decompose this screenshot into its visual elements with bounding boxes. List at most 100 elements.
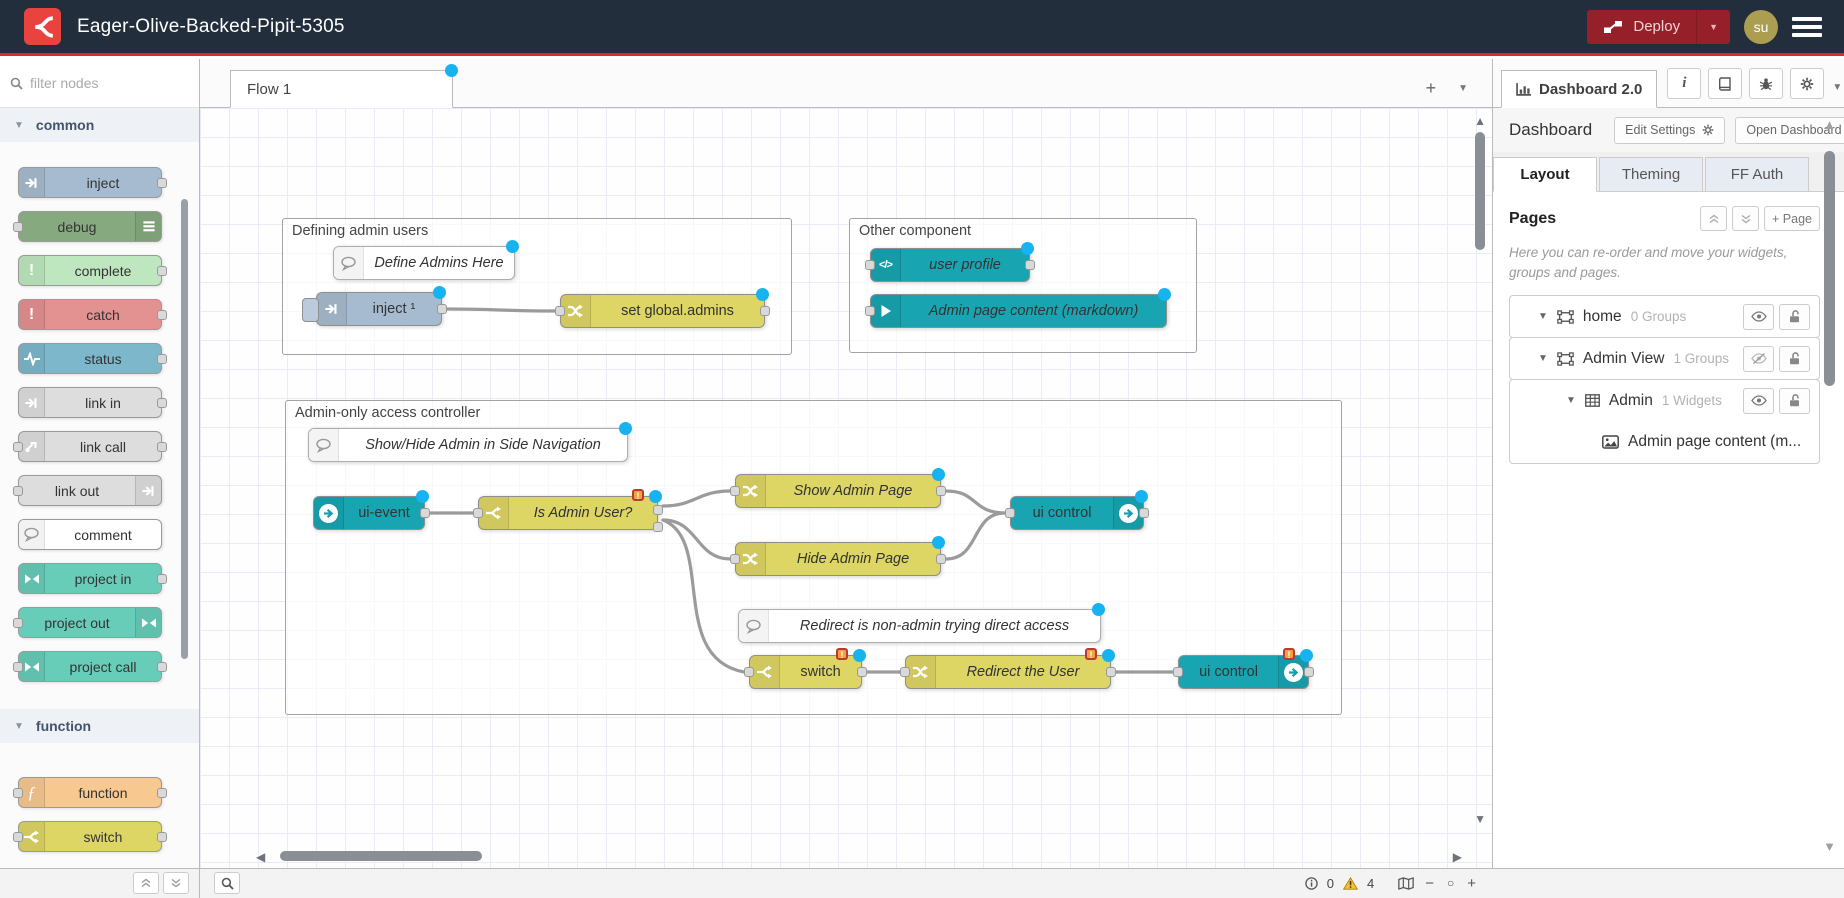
tab-ff-auth[interactable]: FF Auth [1705,157,1809,192]
error-count[interactable]: 0 [1327,876,1334,891]
expand-categories-button[interactable] [163,872,189,894]
input-port[interactable] [13,618,23,628]
input-port[interactable] [555,306,565,316]
node-ui-event[interactable]: ui-event [313,496,425,530]
input-port[interactable] [13,832,23,842]
move-down-button[interactable] [1732,206,1759,231]
output-port[interactable] [1025,260,1035,270]
scroll-down-arrow[interactable]: ▼ [1474,812,1486,826]
zoom-reset-button[interactable]: ○ [1445,876,1456,890]
flow-canvas[interactable]: Defining admin users Other component Adm… [200,108,1492,868]
zoom-in-button[interactable]: + [1465,875,1478,892]
visibility-toggle-button[interactable] [1743,346,1774,372]
node-show-admin-page[interactable]: Show Admin Page [735,474,941,508]
inject-trigger-button[interactable] [302,298,319,322]
input-port[interactable] [865,306,875,316]
output-port-1[interactable] [653,505,663,515]
move-up-button[interactable] [1700,206,1727,231]
chevron-down-icon[interactable]: ▼ [1566,395,1576,406]
main-menu-button[interactable] [1792,17,1822,37]
node-comment-show-hide-admin[interactable]: Show/Hide Admin in Side Navigation [308,428,628,462]
user-avatar[interactable]: su [1744,10,1778,44]
palette-category-function[interactable]: ▼ function [0,709,199,743]
canvas-vscrollbar[interactable]: ▲ ▼ [1474,108,1486,868]
tree-row-admin-page-content-widget[interactable]: Admin page content (m... [1510,421,1819,463]
help-book-button[interactable] [1708,68,1742,99]
input-port[interactable] [900,667,910,677]
output-port[interactable] [157,398,167,408]
input-port[interactable] [1173,667,1183,677]
debug-bug-button[interactable] [1749,68,1783,99]
edit-settings-button[interactable]: Edit Settings [1614,117,1725,144]
input-port[interactable] [13,486,23,496]
flow-list-caret[interactable]: ▼ [1458,83,1468,94]
node-set-global-admins[interactable]: set global.admins [560,294,765,328]
chevron-down-icon[interactable]: ▼ [1538,353,1548,364]
chevron-down-icon[interactable]: ▼ [1538,311,1548,322]
canvas-hscrollbar[interactable]: ◀ ▶ [200,850,1492,862]
palette-node-project-call[interactable]: project call [18,651,162,682]
visibility-toggle-button[interactable] [1743,388,1774,414]
collapse-categories-button[interactable] [133,872,159,894]
node-is-admin-user[interactable]: Is Admin User? ! [478,496,658,530]
lock-toggle-button[interactable] [1779,304,1810,330]
output-port[interactable] [857,667,867,677]
output-port[interactable] [157,310,167,320]
input-port[interactable] [730,554,740,564]
output-port[interactable] [157,266,167,276]
output-port[interactable] [420,508,430,518]
output-port[interactable] [157,178,167,188]
output-port[interactable] [1304,667,1314,677]
node-comment-redirect[interactable]: Redirect is non-admin trying direct acce… [738,609,1101,643]
palette-node-comment[interactable]: comment [18,519,162,550]
search-flows-button[interactable] [214,872,240,894]
config-gear-button[interactable] [1790,68,1824,99]
input-port[interactable] [744,667,754,677]
output-port[interactable] [1106,667,1116,677]
tree-row-home[interactable]: ▼ home 0 Groups [1510,296,1819,337]
input-port[interactable] [13,442,23,452]
node-inject[interactable]: inject ¹ [316,292,442,326]
node-ui-control-1[interactable]: ui control [1010,496,1144,530]
tree-row-admin-group[interactable]: ▼ Admin 1 Widgets [1510,380,1819,421]
palette-node-link-in[interactable]: link in [18,387,162,418]
node-hide-admin-page[interactable]: Hide Admin Page [735,542,941,576]
output-port[interactable] [157,788,167,798]
deploy-button[interactable]: Deploy [1587,10,1696,44]
output-port[interactable] [157,832,167,842]
scroll-up-arrow[interactable]: ▲ [1474,114,1486,128]
output-port[interactable] [936,554,946,564]
lock-toggle-button[interactable] [1779,346,1810,372]
add-page-button[interactable]: + Page [1764,206,1820,231]
palette-node-inject[interactable]: inject [18,167,162,198]
palette-node-catch[interactable]: ! catch [18,299,162,330]
sidebar-scroll-thumb[interactable] [1824,151,1835,386]
sidebar-scroll-up-arrow[interactable]: ▲ [1823,117,1836,132]
palette-node-link-out[interactable]: link out [18,475,162,506]
output-port-2[interactable] [653,522,663,532]
tab-layout[interactable]: Layout [1493,157,1597,192]
input-port[interactable] [473,508,483,518]
deploy-options-caret[interactable]: ▼ [1696,10,1730,44]
palette-category-common[interactable]: ▼ common [0,108,199,142]
output-port[interactable] [760,306,770,316]
lock-toggle-button[interactable] [1779,388,1810,414]
scroll-right-arrow[interactable]: ▶ [1453,850,1462,864]
input-port[interactable] [13,222,23,232]
node-user-profile[interactable]: </> user profile [870,248,1030,282]
node-ui-control-2[interactable]: ui control ! [1178,655,1309,689]
sidebar-scroll-down-arrow[interactable]: ▼ [1823,839,1836,854]
info-tab-button[interactable]: i [1667,68,1701,99]
tab-flow-1[interactable]: Flow 1 [230,70,453,108]
filter-nodes-input[interactable] [30,75,170,91]
sidebar-tabs-caret[interactable]: ▼ [1832,82,1842,93]
output-port[interactable] [157,662,167,672]
add-flow-button[interactable]: + [1426,78,1437,99]
tab-dashboard-2[interactable]: Dashboard 2.0 [1501,70,1657,108]
scroll-left-arrow[interactable]: ◀ [256,850,265,864]
input-port[interactable] [865,260,875,270]
input-port[interactable] [1005,508,1015,518]
node-admin-page-content[interactable]: Admin page content (markdown) [870,294,1167,328]
output-port[interactable] [1139,508,1149,518]
output-port[interactable] [437,304,447,314]
